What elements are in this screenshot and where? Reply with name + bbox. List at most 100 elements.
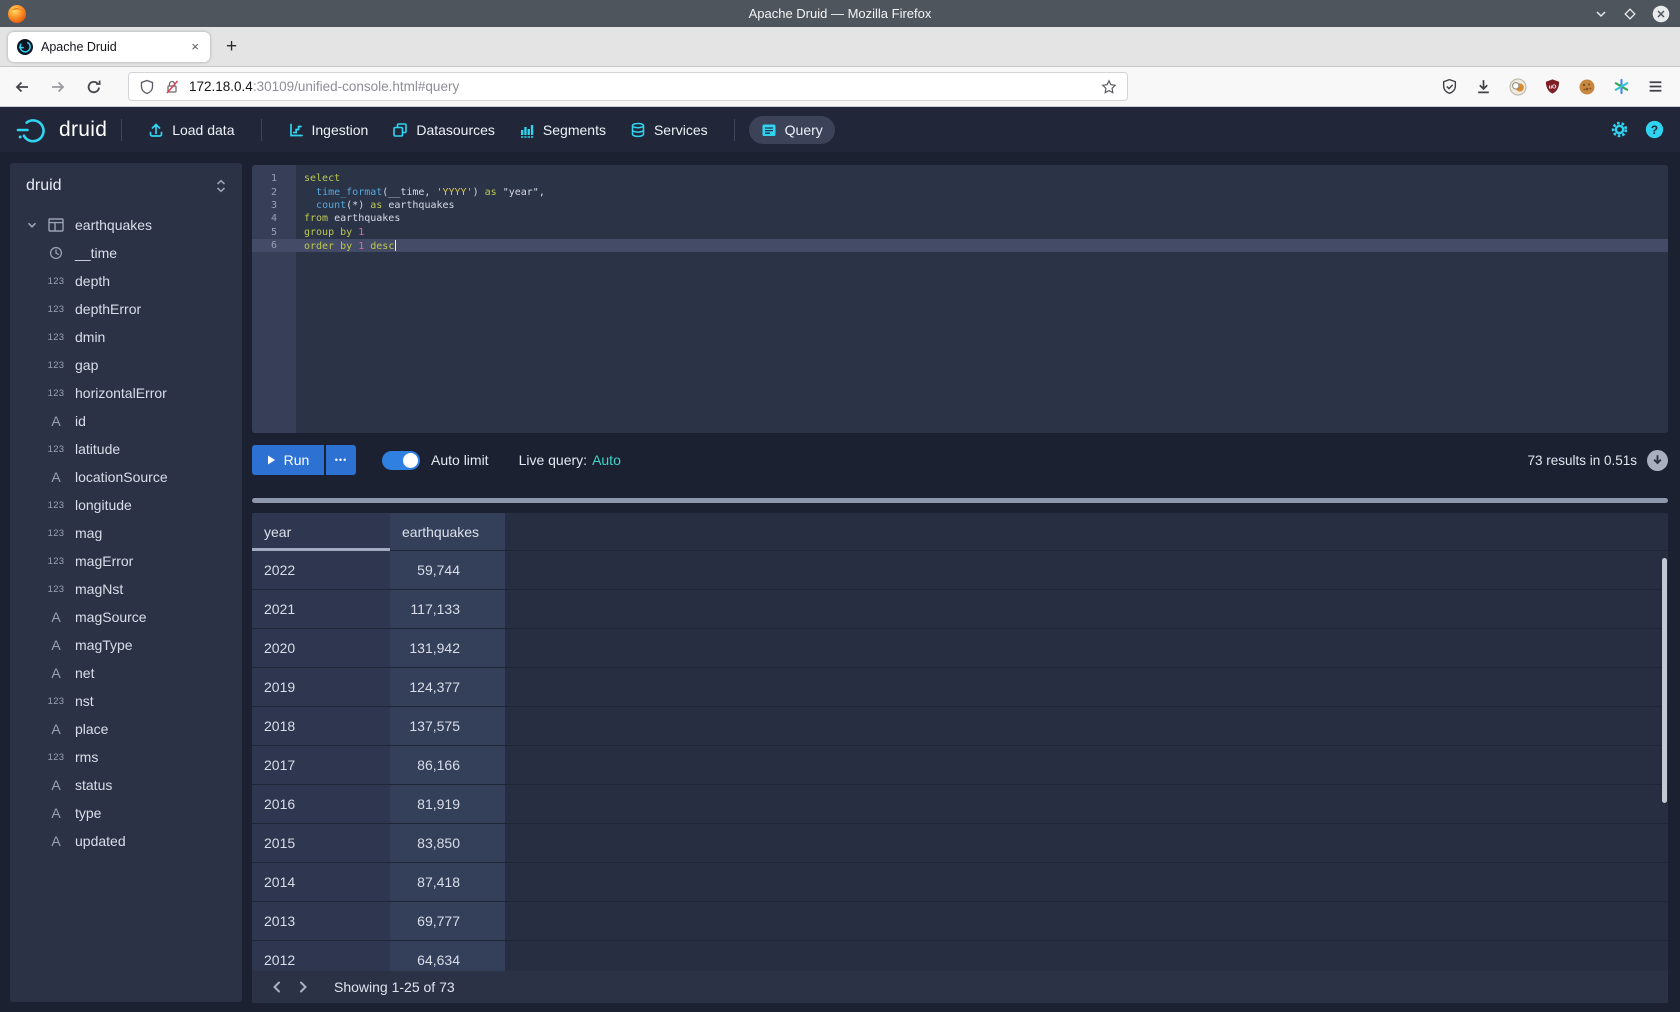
reload-button[interactable] [86,79,102,95]
nav-item-ingestion[interactable]: Ingestion [276,116,381,144]
sidebar-field-status[interactable]: Astatus [26,771,228,799]
sidebar-field-magError[interactable]: 123magError [26,547,228,575]
prev-page-icon[interactable] [264,974,290,1000]
cell-earthquakes[interactable]: 124,377 [390,668,505,707]
nav-item-services[interactable]: Services [618,116,720,144]
menu-hamburger-icon[interactable] [1647,78,1664,95]
tracking-shield-icon[interactable] [139,79,155,95]
table-row[interactable]: 201583,850 [252,824,1668,863]
next-page-icon[interactable] [290,974,316,1000]
cell-year[interactable]: 2015 [252,824,390,863]
cell-earthquakes[interactable]: 69,777 [390,902,505,941]
sql-editor[interactable]: 1select2 time_format(__time, 'YYYY') as … [252,165,1668,433]
sidebar-field-updated[interactable]: Aupdated [26,827,228,855]
code-line-1[interactable]: 1select [252,172,1668,185]
sidebar-field-id[interactable]: Aid [26,407,228,435]
bookmark-star-icon[interactable] [1101,79,1117,95]
code-line-2[interactable]: 2 time_format(__time, 'YYYY') as "year", [252,185,1668,198]
table-row[interactable]: 2018137,575 [252,707,1668,746]
table-row[interactable]: 2020131,942 [252,629,1668,668]
sidebar-field-magSource[interactable]: AmagSource [26,603,228,631]
cell-earthquakes[interactable]: 87,418 [390,863,505,902]
sidebar-field-place[interactable]: Aplace [26,715,228,743]
sidebar-field-horizontalError[interactable]: 123horizontalError [26,379,228,407]
sidebar-field-latitude[interactable]: 123latitude [26,435,228,463]
sidebar-field-mag[interactable]: 123mag [26,519,228,547]
insecure-lock-icon[interactable] [164,79,180,95]
cell-year[interactable]: 2022 [252,551,390,590]
sidebar-field-nst[interactable]: 123nst [26,687,228,715]
cell-earthquakes[interactable]: 131,942 [390,629,505,668]
color-asterisk-icon[interactable] [1613,78,1630,95]
cell-year[interactable]: 2021 [252,590,390,629]
back-button[interactable] [14,79,30,95]
cell-year[interactable]: 2020 [252,629,390,668]
sidebar-field-__time[interactable]: __time [26,239,228,267]
column-header-earthquakes[interactable]: earthquakes [390,513,505,551]
table-row[interactable]: 201369,777 [252,902,1668,941]
code-line-4[interactable]: 4from earthquakes [252,212,1668,225]
window-maximize-button[interactable] [1623,7,1637,21]
sidebar-field-depthError[interactable]: 123depthError [26,295,228,323]
nav-item-query[interactable]: Query [749,116,835,144]
tab-close-icon[interactable]: × [189,39,201,54]
ublock-icon[interactable]: uO [1544,78,1561,95]
window-close-button[interactable] [1652,5,1670,23]
table-row-earthquakes[interactable]: earthquakes [26,211,228,239]
code-line-5[interactable]: 5group by 1 [252,226,1668,239]
nav-item-load-data[interactable]: Load data [136,116,246,144]
horizontal-scrollbar[interactable] [252,498,1668,503]
run-button[interactable]: Run [252,445,324,475]
code-line-3[interactable]: 3 count(*) as earthquakes [252,199,1668,212]
sidebar-field-magType[interactable]: AmagType [26,631,228,659]
tab-apache-druid[interactable]: Apache Druid × [8,32,210,62]
chevron-down-icon[interactable] [26,219,44,231]
cell-earthquakes[interactable]: 83,850 [390,824,505,863]
sidebar-field-dmin[interactable]: 123dmin [26,323,228,351]
table-row[interactable]: 201786,166 [252,746,1668,785]
sidebar-field-net[interactable]: Anet [26,659,228,687]
cell-earthquakes[interactable]: 137,575 [390,707,505,746]
cell-year[interactable]: 2013 [252,902,390,941]
download-results-icon[interactable] [1647,450,1668,471]
cell-earthquakes[interactable]: 59,744 [390,551,505,590]
cell-earthquakes[interactable]: 81,919 [390,785,505,824]
shield-check-icon[interactable] [1441,78,1458,95]
run-more-button[interactable]: ••• [326,445,356,475]
column-header-year[interactable]: year [252,513,390,551]
table-row[interactable]: 201487,418 [252,863,1668,902]
table-row[interactable]: 2019124,377 [252,668,1668,707]
cell-year[interactable]: 2016 [252,785,390,824]
druid-brand[interactable]: druid [16,117,107,143]
cell-year[interactable]: 2014 [252,863,390,902]
sidebar-field-longitude[interactable]: 123longitude [26,491,228,519]
settings-gear-icon[interactable] [1610,120,1629,139]
help-icon[interactable]: ? [1645,120,1664,139]
vertical-scrollbar[interactable] [1662,558,1667,803]
cell-earthquakes[interactable]: 117,133 [390,590,505,629]
sort-icon[interactable] [214,178,228,194]
sidebar-field-type[interactable]: Atype [26,799,228,827]
cell-year[interactable]: 2018 [252,707,390,746]
cell-year[interactable]: 2019 [252,668,390,707]
table-row[interactable]: 2021117,133 [252,590,1668,629]
forward-button[interactable] [50,79,66,95]
cell-year[interactable]: 2017 [252,746,390,785]
sidebar-field-gap[interactable]: 123gap [26,351,228,379]
live-query-value[interactable]: Auto [592,452,621,468]
cell-earthquakes[interactable]: 86,166 [390,746,505,785]
sidebar-field-depth[interactable]: 123depth [26,267,228,295]
url-bar[interactable]: 172.18.0.4:30109/unified-console.html#qu… [128,72,1128,101]
code-line-6[interactable]: 6order by 1 desc [252,239,1668,252]
downloads-icon[interactable] [1475,78,1492,95]
cookie-icon[interactable] [1578,78,1596,96]
sidebar-field-magNst[interactable]: 123magNst [26,575,228,603]
table-row[interactable]: 201681,919 [252,785,1668,824]
auto-limit-toggle[interactable] [382,451,420,470]
sidebar-field-locationSource[interactable]: AlocationSource [26,463,228,491]
nav-item-segments[interactable]: Segments [507,116,618,144]
nav-item-datasources[interactable]: Datasources [380,116,507,144]
new-tab-button[interactable]: + [226,36,237,58]
window-minimize-button[interactable] [1594,7,1608,21]
extension-icon[interactable] [1509,78,1527,96]
